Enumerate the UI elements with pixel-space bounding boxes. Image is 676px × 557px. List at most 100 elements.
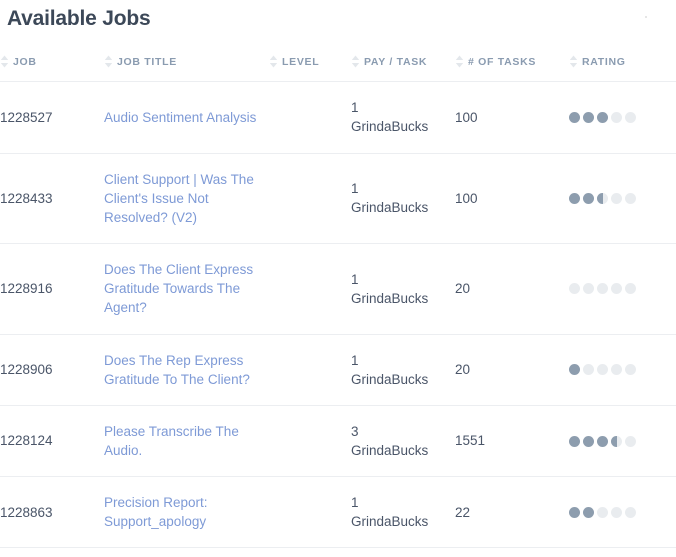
- rating-dot-empty: [597, 364, 608, 376]
- cell-level: [269, 405, 351, 478]
- pay-amount: 1: [351, 271, 359, 287]
- rating-dot-empty: [583, 283, 594, 295]
- sort-updown-icon[interactable]: [351, 55, 360, 68]
- pay-currency: GrindaBucks: [351, 290, 429, 306]
- sort-updown-icon[interactable]: [569, 55, 578, 68]
- pay-amount: 1: [351, 495, 359, 511]
- rating-dot-empty: [625, 364, 636, 376]
- rating-dot-filled: [569, 364, 580, 376]
- table-row[interactable]: 1228863 Precision Report: Support_apology…: [0, 476, 676, 549]
- rating-dots: [569, 283, 676, 295]
- rating-dot-filled: [583, 192, 594, 204]
- cell-rating: [569, 153, 676, 245]
- cell-number-of-tasks: 100: [455, 81, 569, 154]
- pay-amount: 3: [351, 423, 359, 439]
- cell-job-id: 1228906: [0, 334, 104, 406]
- cell-level: [269, 153, 351, 245]
- cell-job-id: 1228527: [0, 81, 104, 154]
- job-title-link[interactable]: Client Support | Was The Client's Issue …: [104, 170, 269, 227]
- table-row[interactable]: 1228527 Audio Sentiment Analysis 1 GrindaBu…: [0, 81, 676, 154]
- cell-rating: [569, 334, 676, 406]
- column-header-job-title-label: JOB TITLE: [117, 55, 177, 68]
- table-row[interactable]: 1228124 Please Transcribe The Audio. 3 Grin…: [0, 405, 676, 478]
- column-header-level-label: LEVEL: [282, 55, 320, 68]
- column-header-pay-per-task-label: PAY / TASK: [364, 55, 428, 68]
- column-header-pay-per-task[interactable]: PAY / TASK: [351, 55, 455, 83]
- rating-dot-filled: [583, 111, 594, 123]
- cell-rating: [569, 476, 676, 549]
- rating-dot-filled: [569, 435, 580, 447]
- rating-dot-empty: [625, 283, 636, 295]
- pay-amount: 1: [351, 181, 359, 197]
- page-title: Available Jobs: [7, 7, 151, 30]
- column-header-job[interactable]: JOB: [0, 55, 104, 83]
- cell-level: [269, 334, 351, 406]
- table-header: JOB JOB TITLE LEVEL PAY / TASK # OF TASK…: [0, 55, 676, 83]
- cell-job-title: Client Support | Was The Client's Issue …: [104, 153, 269, 245]
- cell-pay-per-task: 1 GrindaBucks: [351, 81, 455, 154]
- cell-number-of-tasks: 20: [455, 243, 569, 335]
- rating-dot-filled: [597, 435, 608, 447]
- cell-pay-per-task: 1 GrindaBucks: [351, 334, 455, 406]
- rating-dots: [569, 192, 676, 204]
- rating-dot-empty: [611, 111, 622, 123]
- cell-pay-per-task: 1 GrindaBucks: [351, 243, 455, 335]
- rating-dot-half: [597, 192, 608, 204]
- cell-job-id: 1228863: [0, 476, 104, 549]
- rating-dot-empty: [625, 111, 636, 123]
- cell-job-id: 1228916: [0, 243, 104, 335]
- cell-rating: [569, 243, 676, 335]
- cell-job-title: Precision Report: Support_apology: [104, 476, 269, 549]
- rating-dot-half: [611, 435, 622, 447]
- cell-level: [269, 476, 351, 549]
- cell-job-title: Does The Rep Express Gratitude To The Cl…: [104, 334, 269, 406]
- rating-dot-empty: [611, 506, 622, 518]
- rating-dot-empty: [611, 364, 622, 376]
- rating-dot-empty: [611, 283, 622, 295]
- cell-job-id: 1228433: [0, 153, 104, 245]
- cell-level: [269, 81, 351, 154]
- cell-pay-per-task: 1 GrindaBucks: [351, 153, 455, 245]
- cell-number-of-tasks: 100: [455, 153, 569, 245]
- available-jobs-table: JOB JOB TITLE LEVEL PAY / TASK # OF TASK…: [0, 55, 676, 549]
- job-title-link[interactable]: Precision Report: Support_apology: [104, 493, 269, 531]
- cell-job-title: Audio Sentiment Analysis: [104, 81, 269, 154]
- column-header-rating[interactable]: RATING: [569, 55, 676, 83]
- rating-dot-filled: [569, 111, 580, 123]
- column-header-job-label: JOB: [13, 55, 37, 68]
- cell-rating: [569, 81, 676, 154]
- cell-rating: [569, 405, 676, 478]
- cell-job-id: 1228124: [0, 405, 104, 478]
- pay-currency: GrindaBucks: [351, 443, 429, 459]
- corner-artifact: [645, 16, 647, 18]
- cell-job-title: Does The Client Express Gratitude Toward…: [104, 243, 269, 335]
- rating-dot-empty: [583, 364, 594, 376]
- column-header-job-title[interactable]: JOB TITLE: [104, 55, 269, 83]
- column-header-rating-label: RATING: [582, 55, 626, 68]
- cell-pay-per-task: 3 GrindaBucks: [351, 405, 455, 478]
- rating-dot-filled: [569, 506, 580, 518]
- job-title-link[interactable]: Does The Rep Express Gratitude To The Cl…: [104, 351, 269, 389]
- rating-dot-empty: [597, 283, 608, 295]
- job-title-link[interactable]: Please Transcribe The Audio.: [104, 422, 269, 460]
- job-title-link[interactable]: Audio Sentiment Analysis: [104, 108, 256, 127]
- table-row[interactable]: 1228433 Client Support | Was The Client's…: [0, 153, 676, 245]
- rating-dots: [569, 435, 676, 447]
- table-row[interactable]: 1228916 Does The Client Express Gratitude…: [0, 243, 676, 335]
- sort-updown-icon[interactable]: [0, 55, 9, 68]
- sort-updown-icon[interactable]: [455, 55, 464, 68]
- rating-dot-empty: [597, 506, 608, 518]
- table-row[interactable]: 1228906 Does The Rep Express Gratitude To…: [0, 334, 676, 406]
- job-title-link[interactable]: Does The Client Express Gratitude Toward…: [104, 260, 269, 317]
- sort-updown-icon[interactable]: [269, 55, 278, 68]
- rating-dot-empty: [625, 506, 636, 518]
- rating-dot-filled: [583, 435, 594, 447]
- sort-updown-icon[interactable]: [104, 55, 113, 68]
- available-jobs-page: Available Jobs JOB JOB TITLE LEVEL PAY /…: [0, 0, 676, 557]
- rating-dots: [569, 364, 676, 376]
- pay-currency: GrindaBucks: [351, 200, 429, 216]
- column-header-level[interactable]: LEVEL: [269, 55, 351, 83]
- column-header-number-of-tasks[interactable]: # OF TASKS: [455, 55, 569, 83]
- pay-currency: GrindaBucks: [351, 514, 429, 530]
- pay-currency: GrindaBucks: [351, 371, 429, 387]
